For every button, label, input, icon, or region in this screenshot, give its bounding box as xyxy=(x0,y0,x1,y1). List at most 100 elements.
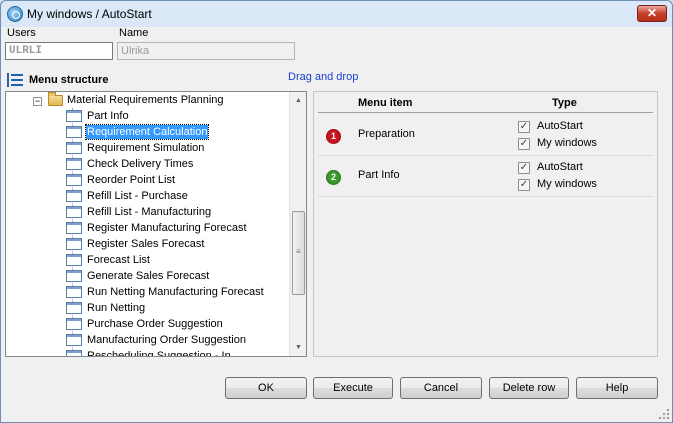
resize-grip-icon[interactable] xyxy=(659,409,669,419)
tree-item-label: Run Netting xyxy=(87,302,146,314)
menu-item-icon xyxy=(66,238,82,250)
menu-item-icon xyxy=(66,206,82,218)
tree-item-label: Rescheduling Suggestion - In xyxy=(87,350,231,357)
menu-item-icon xyxy=(66,222,82,234)
title-bar[interactable]: My windows / AutoStart ✕ xyxy=(1,1,672,27)
tree-item-label: Manufacturing Order Suggestion xyxy=(87,334,246,346)
mywindows-checkbox-label: My windows xyxy=(537,137,597,149)
tree-item[interactable]: Rescheduling Suggestion - In xyxy=(66,348,281,357)
menu-item-icon xyxy=(66,318,82,330)
grid-header: Menu item Type xyxy=(314,92,657,114)
folder-icon xyxy=(48,92,63,106)
autostart-grid: Menu item Type 1 Preparation ✓ AutoStart ✓ My… xyxy=(313,91,658,357)
menu-item-icon xyxy=(66,286,82,298)
app-logo-icon xyxy=(7,6,23,22)
header-menu-item: Menu item xyxy=(358,97,413,109)
tree-item-label: Forecast List xyxy=(87,254,150,266)
tree-item-label: Requirement Calculation xyxy=(84,124,210,140)
tree-item[interactable]: Generate Sales Forecast xyxy=(66,268,281,284)
scroll-thumb[interactable]: ≡ xyxy=(292,211,305,295)
mywindows-checkbox[interactable]: ✓ xyxy=(518,179,530,191)
tree-item[interactable]: Reorder Point List xyxy=(66,172,281,188)
menu-item-icon xyxy=(66,142,82,154)
help-button[interactable]: Help xyxy=(576,377,658,399)
row-menu-item-label: Preparation xyxy=(358,128,415,140)
tree-item-label: Register Manufacturing Forecast xyxy=(87,222,247,234)
user-code-field[interactable]: ULRLI xyxy=(5,42,113,60)
header-divider xyxy=(318,112,653,113)
tree-item-label: Run Netting Manufacturing Forecast xyxy=(87,286,264,298)
dialog-window: My windows / AutoStart ✕ Users Name ULRL… xyxy=(0,0,673,423)
tree-item[interactable]: Run Netting Manufacturing Forecast xyxy=(66,284,281,300)
tree-item[interactable]: Purchase Order Suggestion xyxy=(66,316,281,332)
tree-node-parent-label: Material Requirements Planning xyxy=(67,94,224,106)
cancel-button[interactable]: Cancel xyxy=(400,377,482,399)
grid-row[interactable]: 1 Preparation ✓ AutoStart ✓ My windows xyxy=(318,116,653,156)
header-type: Type xyxy=(552,97,577,109)
row-number-badge: 1 xyxy=(326,129,341,144)
autostart-checkbox-label: AutoStart xyxy=(537,120,583,132)
grid-row[interactable]: 2 Part Info ✓ AutoStart ✓ My windows xyxy=(318,157,653,197)
window-title: My windows / AutoStart xyxy=(27,7,152,21)
tree-item-label: Refill List - Manufacturing xyxy=(87,206,212,218)
menu-item-icon xyxy=(66,350,82,356)
tree-item-label: Check Delivery Times xyxy=(87,158,194,170)
tree-item[interactable]: Refill List - Manufacturing xyxy=(66,204,281,220)
tree-item-label: Reorder Point List xyxy=(87,174,176,186)
menu-item-icon xyxy=(66,270,82,282)
dialog-body: Users Name ULRLI Ulrika Menu structure D… xyxy=(1,27,672,422)
mywindows-option[interactable]: ✓ My windows xyxy=(518,177,638,193)
tree-item[interactable]: Manufacturing Order Suggestion xyxy=(66,332,281,348)
delete-row-button[interactable]: Delete row xyxy=(489,377,569,399)
tree-item[interactable]: Part Info xyxy=(66,108,281,124)
tree-item[interactable]: Register Sales Forecast xyxy=(66,236,281,252)
tree-item[interactable]: Register Manufacturing Forecast xyxy=(66,220,281,236)
tree-item[interactable]: Requirement Calculation xyxy=(66,124,281,140)
collapse-toggle-icon[interactable]: − xyxy=(33,97,42,106)
row-menu-item-label: Part Info xyxy=(358,169,400,181)
tree-item-label: Part Info xyxy=(87,110,129,122)
autostart-option[interactable]: ✓ AutoStart xyxy=(518,119,638,135)
tree-node-parent[interactable]: − Material Requirements Planning xyxy=(6,92,289,108)
autostart-option[interactable]: ✓ AutoStart xyxy=(518,160,638,176)
menu-item-icon xyxy=(66,302,82,314)
tree-item-label: Refill List - Purchase xyxy=(87,190,188,202)
menu-structure-icon xyxy=(7,73,23,87)
tree-item-label: Purchase Order Suggestion xyxy=(87,318,223,330)
execute-button[interactable]: Execute xyxy=(313,377,393,399)
menu-item-icon xyxy=(66,174,82,186)
menu-item-icon xyxy=(66,158,82,170)
tree-item-label: Register Sales Forecast xyxy=(87,238,205,250)
close-button[interactable]: ✕ xyxy=(637,5,667,22)
name-label: Name xyxy=(119,27,149,39)
tree-vertical-scrollbar[interactable]: ▲ ≡ ▼ xyxy=(289,92,306,356)
tree-item-label: Requirement Simulation xyxy=(87,142,205,154)
menu-item-icon xyxy=(66,254,82,266)
drag-and-drop-hint: Drag and drop xyxy=(288,71,359,83)
scroll-grip-icon: ≡ xyxy=(296,247,301,256)
menu-tree[interactable]: − Material Requirements Planning Part In… xyxy=(5,91,307,357)
user-name-field: Ulrika xyxy=(117,42,295,60)
tree-item[interactable]: Refill List - Purchase xyxy=(66,188,281,204)
mywindows-option[interactable]: ✓ My windows xyxy=(518,136,638,152)
menu-structure-heading: Menu structure xyxy=(29,74,109,86)
autostart-checkbox[interactable]: ✓ xyxy=(518,121,530,133)
tree-item[interactable]: Run Netting xyxy=(66,300,281,316)
autostart-checkbox-label: AutoStart xyxy=(537,161,583,173)
ok-button[interactable]: OK xyxy=(225,377,307,399)
menu-item-icon xyxy=(66,110,82,122)
tree-item[interactable]: Check Delivery Times xyxy=(66,156,281,172)
users-label: Users xyxy=(7,27,36,39)
menu-item-icon xyxy=(66,334,82,346)
menu-item-icon xyxy=(66,126,82,138)
scroll-up-icon[interactable]: ▲ xyxy=(290,92,306,109)
row-number-badge: 2 xyxy=(326,170,341,185)
mywindows-checkbox-label: My windows xyxy=(537,178,597,190)
tree-item[interactable]: Forecast List xyxy=(66,252,281,268)
tree-item[interactable]: Requirement Simulation xyxy=(66,140,281,156)
autostart-checkbox[interactable]: ✓ xyxy=(518,162,530,174)
scroll-down-icon[interactable]: ▼ xyxy=(290,339,306,356)
mywindows-checkbox[interactable]: ✓ xyxy=(518,138,530,150)
menu-item-icon xyxy=(66,190,82,202)
tree-item-label: Generate Sales Forecast xyxy=(87,270,210,282)
